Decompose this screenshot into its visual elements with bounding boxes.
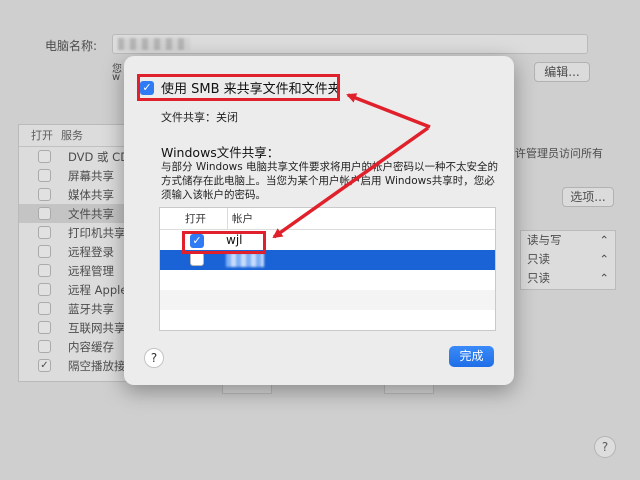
annotation-arrows	[272, 93, 431, 239]
annotation-arrow-smb	[346, 93, 431, 129]
annotation-arrow-account	[272, 126, 430, 239]
